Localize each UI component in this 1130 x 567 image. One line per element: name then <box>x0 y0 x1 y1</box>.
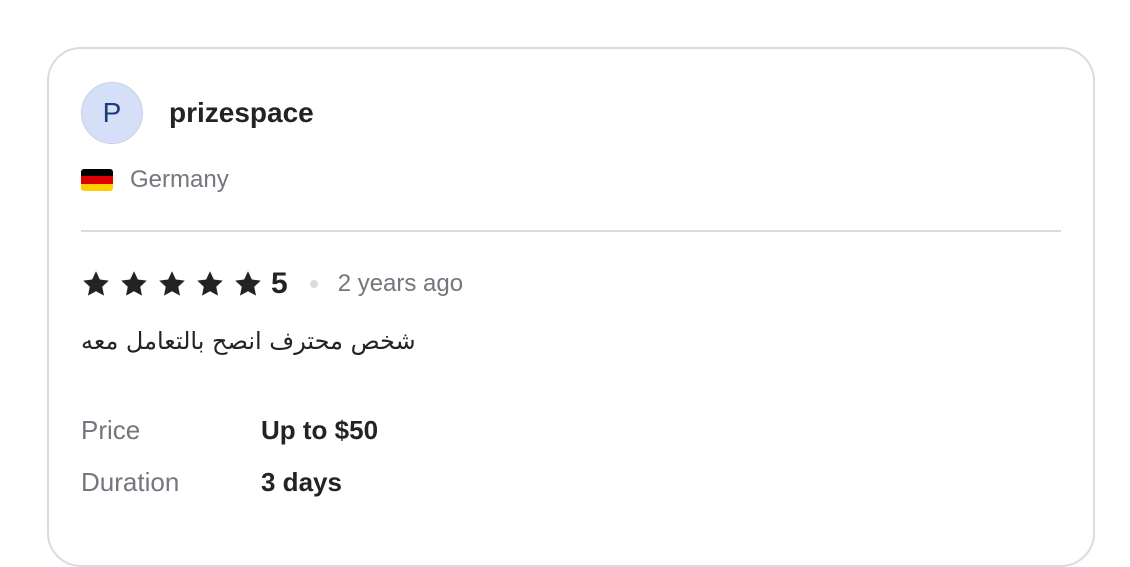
review-time: 2 years ago <box>337 270 464 297</box>
star-rating <box>81 269 271 299</box>
reviewer-username[interactable]: prizespace <box>169 97 314 129</box>
price-value: Up to $50 <box>261 414 379 445</box>
review-card: P prizespace Germany 5 2 years ago شخص م… <box>47 47 1095 567</box>
detail-row-duration: Duration 3 days <box>81 456 378 508</box>
country-name: Germany <box>130 166 229 193</box>
duration-value: 3 days <box>261 466 342 497</box>
avatar[interactable]: P <box>81 82 143 144</box>
price-label: Price <box>81 414 141 445</box>
detail-row-price: Price Up to $50 <box>81 404 378 456</box>
rating-row: 5 2 years ago <box>81 264 463 304</box>
rating-value: 5 <box>271 267 288 300</box>
star-icon <box>233 269 263 299</box>
review-details: Price Up to $50 Duration 3 days <box>81 404 378 508</box>
duration-label: Duration <box>81 466 180 497</box>
divider <box>81 230 1061 232</box>
germany-flag-icon <box>81 169 113 191</box>
reviewer-country: Germany <box>81 166 229 194</box>
star-icon <box>119 269 149 299</box>
star-icon <box>195 269 225 299</box>
star-icon <box>157 269 187 299</box>
separator-dot <box>309 280 318 288</box>
reviewer-header: P prizespace <box>81 82 314 144</box>
star-icon <box>81 269 111 299</box>
review-text: شخص محترف انصح بالتعامل معه <box>81 327 416 355</box>
